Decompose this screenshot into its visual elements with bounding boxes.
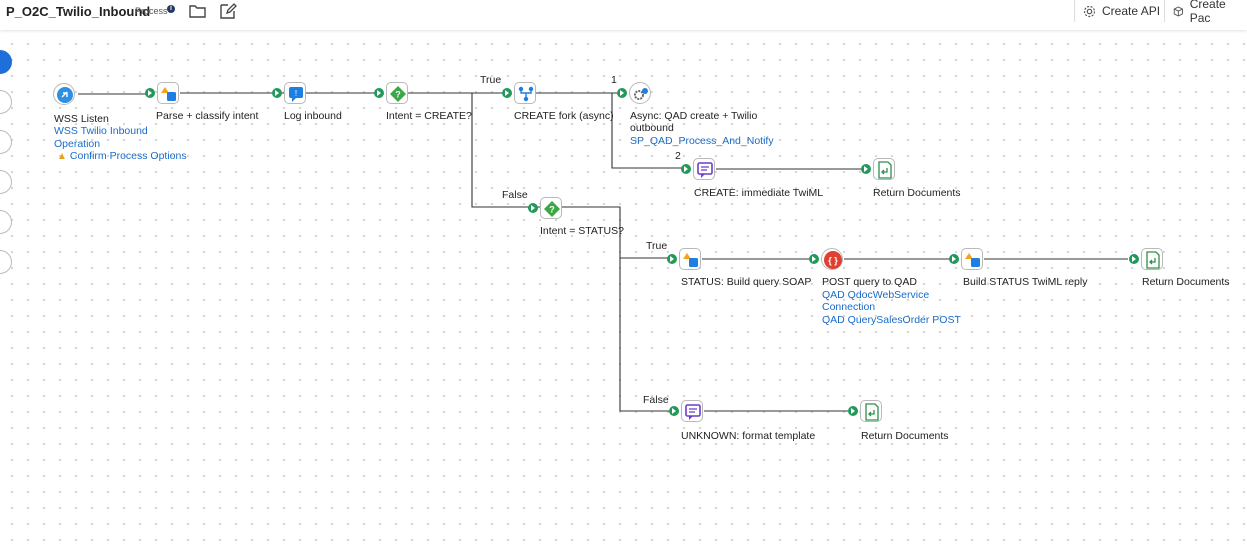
edge-branch-1: 1 xyxy=(611,74,617,86)
edge-branch-2: 2 xyxy=(675,150,681,162)
return-documents-2-shape[interactable] xyxy=(1141,248,1163,270)
create-package-label: Create Pac xyxy=(1189,0,1226,25)
port-status-soap[interactable] xyxy=(667,254,677,264)
return-documents-icon xyxy=(878,161,892,179)
port-parse[interactable] xyxy=(145,88,155,98)
gear-icon xyxy=(1083,5,1096,17)
port-create-twiml[interactable] xyxy=(681,164,691,174)
edge-false-status: False xyxy=(643,394,669,406)
connector-wires xyxy=(78,92,1128,412)
return-documents-1-label: Return Documents xyxy=(873,187,961,199)
port-build-status[interactable] xyxy=(949,254,959,264)
status-soap-shape[interactable] xyxy=(679,248,701,270)
folder-icon[interactable] xyxy=(188,1,208,21)
return-documents-icon xyxy=(865,403,879,421)
build-status-label: Build STATUS TwiML reply xyxy=(963,276,1088,288)
async-subprocess-link[interactable]: SP_QAD_Process_And_Notify xyxy=(630,135,774,147)
create-fork-shape[interactable] xyxy=(514,82,536,104)
unknown-template-shape[interactable] xyxy=(681,400,703,422)
edge-true-status: True xyxy=(646,240,668,252)
create-package-button[interactable]: Create Pac xyxy=(1164,0,1247,25)
message-icon xyxy=(685,404,701,420)
message-icon: ! xyxy=(289,87,303,102)
wss-listen-label: WSS Listen xyxy=(54,113,109,125)
parse-shape[interactable] xyxy=(157,82,179,104)
package-icon xyxy=(1173,5,1183,17)
confirm-process-options-warning[interactable]: ▲ Confirm Process Options xyxy=(57,150,187,162)
map-icon xyxy=(161,87,176,101)
qad-connection-link-2[interactable]: Connection xyxy=(822,301,875,313)
return-documents-3-label: Return Documents xyxy=(861,430,949,442)
post-qad-shape[interactable]: { } xyxy=(821,248,843,270)
connector-icon: { } xyxy=(824,251,842,269)
intent-create-shape[interactable]: ? xyxy=(386,82,408,104)
edge-false-create: False xyxy=(502,189,528,201)
map-icon xyxy=(683,253,698,267)
create-api-label: Create API xyxy=(1102,4,1161,18)
unknown-template-label: UNKNOWN: format template xyxy=(681,430,816,442)
branch-icon xyxy=(518,86,534,102)
svg-text:!: ! xyxy=(295,89,297,98)
port-intent-create[interactable] xyxy=(374,88,384,98)
status-soap-label: STATUS: Build query SOAP xyxy=(681,276,812,288)
port-intent-status[interactable] xyxy=(528,203,538,213)
port-return1[interactable] xyxy=(861,164,871,174)
svg-text:{ }: { } xyxy=(828,256,838,266)
wire-status-false xyxy=(619,258,674,412)
async-label-line2: outbound xyxy=(630,122,674,134)
port-create-fork[interactable] xyxy=(502,88,512,98)
port-post-qad[interactable] xyxy=(809,254,819,264)
create-twiml-label: CREATE: immediate TwiML xyxy=(694,187,824,199)
qad-connection-link[interactable]: QAD QdocWebService xyxy=(822,289,929,301)
return-documents-3-shape[interactable] xyxy=(860,400,882,422)
return-documents-1-shape[interactable] xyxy=(873,158,895,180)
intent-create-label: Intent = CREATE? xyxy=(386,110,472,122)
process-title: P_O2C_Twilio_Inbound xyxy=(6,4,151,19)
async-shape[interactable] xyxy=(629,82,651,104)
create-api-button[interactable]: Create API xyxy=(1074,0,1169,22)
intent-status-shape[interactable]: ? xyxy=(540,197,562,219)
svg-text:?: ? xyxy=(395,90,401,100)
wss-operation-link-2[interactable]: Operation xyxy=(54,138,100,150)
return-documents-icon xyxy=(1146,251,1160,269)
decision-icon: ? xyxy=(544,201,560,217)
create-twiml-shape[interactable] xyxy=(693,158,715,180)
port-return2[interactable] xyxy=(1129,254,1139,264)
process-type-badge: Process xyxy=(135,6,168,16)
message-icon xyxy=(697,162,713,178)
process-header: P_O2C_Twilio_Inbound Process i Create AP… xyxy=(0,0,1247,30)
post-qad-label: POST query to QAD xyxy=(822,276,917,288)
log-shape[interactable]: ! xyxy=(284,82,306,104)
async-label-line1: Async: QAD create + Twilio xyxy=(630,110,758,122)
port-log[interactable] xyxy=(272,88,282,98)
qad-operation-link[interactable]: QAD QuerySalesOrder POST xyxy=(822,314,961,326)
subprocess-gear-icon xyxy=(634,88,648,100)
intent-status-label: Intent = STATUS? xyxy=(540,225,624,237)
warning-icon: ▲ xyxy=(57,151,67,162)
decision-icon: ? xyxy=(390,86,406,102)
wss-operation-link[interactable]: WSS Twilio Inbound xyxy=(54,125,148,137)
svg-text:?: ? xyxy=(549,205,555,215)
port-return3[interactable] xyxy=(848,406,858,416)
build-status-shape[interactable] xyxy=(961,248,983,270)
parse-label: Parse + classify intent xyxy=(156,110,259,122)
create-fork-label: CREATE fork (async) xyxy=(514,110,614,122)
wss-listen-shape[interactable] xyxy=(53,83,75,105)
info-icon[interactable]: i xyxy=(167,5,175,13)
port-unknown[interactable] xyxy=(669,406,679,416)
map-icon xyxy=(965,253,980,267)
confirm-process-options-link[interactable]: Confirm Process Options xyxy=(70,150,187,162)
port-async[interactable] xyxy=(617,88,627,98)
listen-icon xyxy=(57,87,73,103)
edge-true-create: True xyxy=(480,74,502,86)
return-documents-2-label: Return Documents xyxy=(1142,276,1230,288)
edit-icon[interactable] xyxy=(218,1,238,21)
log-label: Log inbound xyxy=(284,110,342,122)
